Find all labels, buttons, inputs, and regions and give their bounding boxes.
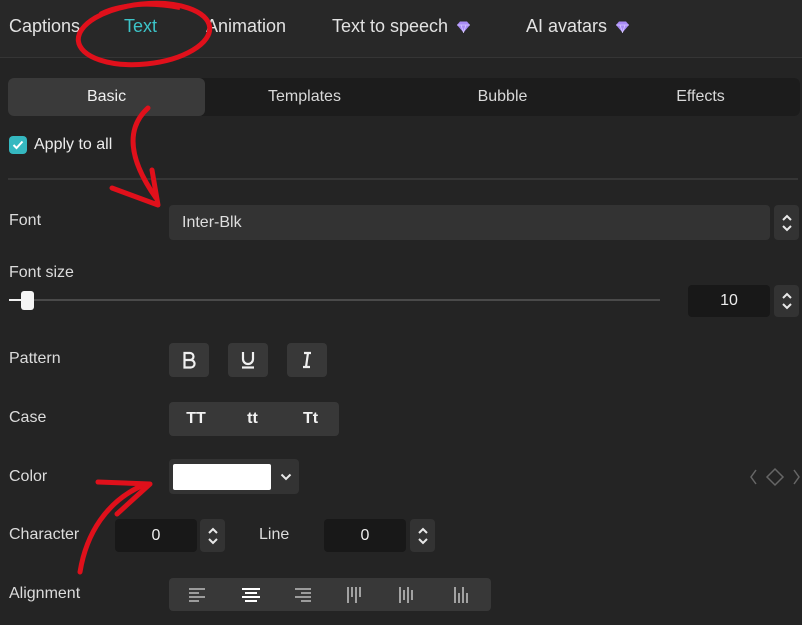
align-left-button[interactable] <box>169 578 225 611</box>
apply-to-all-label: Apply to all <box>34 136 113 153</box>
chevron-updown-icon <box>207 527 218 544</box>
case-uppercase-button[interactable]: TT <box>169 402 223 436</box>
subtab-effects[interactable]: Effects <box>602 78 799 116</box>
align-right-icon <box>295 587 311 602</box>
chevron-down-icon <box>280 473 292 480</box>
color-swatch <box>173 463 271 490</box>
color-label: Color <box>9 468 48 485</box>
top-nav: Captions Text Animation Text to speech A… <box>0 0 802 58</box>
chevron-updown-icon <box>781 214 792 231</box>
premium-diamond-icon <box>457 21 471 33</box>
chevron-updown-icon <box>417 527 428 544</box>
divider <box>8 178 798 180</box>
case-group: TT tt Tt <box>169 402 339 436</box>
alignment-group <box>169 578 491 611</box>
case-lowercase-button[interactable]: tt <box>223 402 282 436</box>
character-spacing-stepper[interactable] <box>200 519 225 552</box>
annotation-arrowhead-font <box>109 167 161 208</box>
apply-to-all[interactable]: Apply to all <box>9 136 112 154</box>
font-label: Font <box>9 212 42 229</box>
align-right-button[interactable] <box>277 578 329 611</box>
tab-animation-label: Animation <box>206 16 287 36</box>
character-spacing-input[interactable]: 0 <box>115 519 197 552</box>
premium-diamond-icon <box>616 21 630 33</box>
character-label: Character <box>9 526 80 543</box>
align-left-icon <box>189 587 205 602</box>
underline-button[interactable] <box>228 343 268 377</box>
bold-icon <box>183 351 196 369</box>
apply-to-all-checkbox[interactable] <box>9 136 27 154</box>
italic-icon <box>303 351 311 369</box>
font-size-input[interactable]: 10 <box>688 285 770 317</box>
tab-captions[interactable]: Captions <box>9 16 83 37</box>
alignment-label: Alignment <box>9 585 81 602</box>
font-stepper[interactable] <box>774 205 799 240</box>
pattern-label: Pattern <box>9 350 61 367</box>
font-size-slider-track[interactable] <box>24 299 660 301</box>
align-center-icon <box>242 587 260 602</box>
sub-tabs: Basic Templates Bubble Effects <box>8 78 800 116</box>
font-size-slider-thumb[interactable] <box>21 291 35 310</box>
font-select[interactable]: Inter-Blk <box>169 205 770 240</box>
tab-text-to-speech[interactable]: Text to speech <box>332 16 471 37</box>
italic-button[interactable] <box>287 343 327 377</box>
font-size-label: Font size <box>9 264 74 281</box>
keyframe-icon[interactable] <box>749 466 801 488</box>
align-top-icon <box>347 586 361 603</box>
subtab-templates[interactable]: Templates <box>206 78 403 116</box>
subtab-basic[interactable]: Basic <box>8 78 205 116</box>
font-size-stepper[interactable] <box>774 285 799 317</box>
annotation-arrow-font <box>130 105 159 201</box>
font-value: Inter-Blk <box>182 213 242 231</box>
tab-text-to-speech-label: Text to speech <box>332 16 449 36</box>
align-top-button[interactable] <box>329 578 381 611</box>
tab-ai-avatars[interactable]: AI avatars <box>526 16 630 37</box>
tab-ai-avatars-label: AI avatars <box>526 16 608 36</box>
align-bottom-button[interactable] <box>433 578 491 611</box>
case-label: Case <box>9 409 47 426</box>
underline-icon <box>241 352 255 369</box>
align-center-button[interactable] <box>225 578 277 611</box>
bold-button[interactable] <box>169 343 209 377</box>
tab-animation[interactable]: Animation <box>206 16 286 37</box>
check-icon <box>12 140 24 150</box>
color-picker[interactable] <box>169 459 299 494</box>
align-bottom-icon <box>454 586 468 603</box>
annotation-arrowhead-color <box>95 479 153 517</box>
case-titlecase-button[interactable]: Tt <box>282 402 339 436</box>
line-spacing-stepper[interactable] <box>410 519 435 552</box>
line-label: Line <box>259 526 290 543</box>
align-middle-icon <box>399 586 413 603</box>
chevron-updown-icon <box>781 292 792 310</box>
align-middle-button[interactable] <box>381 578 433 611</box>
line-spacing-input[interactable]: 0 <box>324 519 406 552</box>
tab-text[interactable]: Text <box>124 16 157 37</box>
subtab-bubble[interactable]: Bubble <box>404 78 601 116</box>
